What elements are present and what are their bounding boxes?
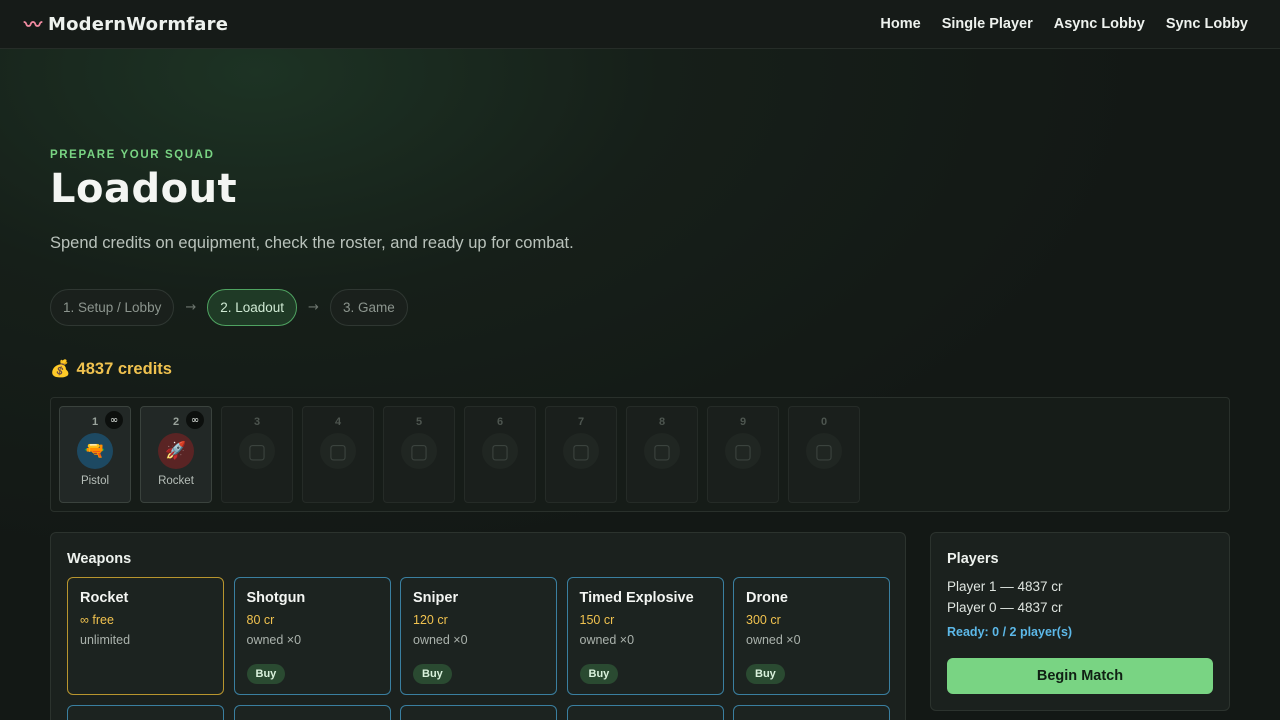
- slot-number: 5: [415, 416, 423, 428]
- empty-slot-icon: ▢: [806, 433, 842, 469]
- infinity-badge: ∞: [105, 411, 123, 429]
- weapon-card-timed-explosive[interactable]: Timed Explosive 150 cr owned ×0 Buy: [566, 577, 724, 695]
- weapon-card-sniper[interactable]: Sniper 120 cr owned ×0 Buy: [400, 577, 557, 695]
- hotbar-slot-3[interactable]: 3 ▢: [221, 406, 293, 503]
- nav-home[interactable]: Home: [880, 16, 920, 32]
- slot-number: 0: [820, 416, 828, 428]
- pistol-icon: 🔫: [77, 433, 113, 469]
- weapon-owned: owned ×0: [746, 633, 801, 647]
- weapon-owned: unlimited: [80, 633, 131, 647]
- hotbar-slot-8[interactable]: 8 ▢: [626, 406, 698, 503]
- ready-status: Ready: 0 / 2 player(s): [947, 625, 1073, 639]
- weapon-price: 150 cr: [579, 613, 615, 627]
- arrow-right-icon: →: [308, 300, 319, 315]
- weapon-card[interactable]: [233, 705, 391, 720]
- players-title: Players: [947, 551, 999, 567]
- weapon-owned: owned ×0: [579, 633, 635, 647]
- weapon-hotbar: 1 ∞ 🔫 Pistol 2 ∞ 🚀 Rocket 3 ▢ 4 ▢ 5 ▢ 6 …: [50, 397, 1230, 512]
- weapon-owned: owned ×0: [413, 633, 468, 647]
- nav-async-lobby[interactable]: Async Lobby: [1054, 16, 1145, 32]
- credits-display: 💰 4837 credits: [50, 360, 172, 379]
- money-bag-icon: 💰: [50, 360, 71, 378]
- top-nav-bar: 〰 ModernWormfare Home Single Player Asyn…: [0, 0, 1280, 49]
- player-row: Player 0 — 4837 cr: [947, 600, 1063, 615]
- page-subtitle: Spend credits on equipment, check the ro…: [50, 234, 574, 252]
- slot-number: 2: [172, 416, 180, 428]
- weapon-name: Drone: [746, 590, 788, 606]
- hotbar-slot-6[interactable]: 6 ▢: [464, 406, 536, 503]
- weapon-card[interactable]: [67, 705, 224, 720]
- weapon-card-shotgun[interactable]: Shotgun 80 cr owned ×0 Buy: [233, 577, 391, 695]
- slot-number: 8: [658, 416, 666, 428]
- brand[interactable]: 〰 ModernWormfare: [24, 11, 228, 37]
- arrow-right-icon: →: [185, 300, 197, 315]
- page-title: Loadout: [50, 166, 238, 212]
- weapon-card[interactable]: [733, 705, 890, 720]
- buy-timed-explosive-button[interactable]: Buy: [579, 664, 619, 684]
- nav-sync-lobby[interactable]: Sync Lobby: [1166, 16, 1248, 32]
- weapon-price: 120 cr: [413, 613, 448, 627]
- hotbar-slot-5[interactable]: 5 ▢: [383, 406, 455, 503]
- step-setup-lobby[interactable]: 1. Setup / Lobby: [50, 289, 175, 326]
- credits-amount: 4837 credits: [76, 360, 172, 378]
- empty-slot-icon: ▢: [401, 433, 437, 469]
- hotbar-slot-1[interactable]: 1 ∞ 🔫 Pistol: [59, 406, 131, 503]
- slot-number: 7: [577, 416, 585, 428]
- nav-single-player[interactable]: Single Player: [942, 16, 1033, 32]
- step-loadout[interactable]: 2. Loadout: [207, 289, 298, 326]
- buy-sniper-button[interactable]: Buy: [413, 664, 452, 684]
- weapon-name: Rocket: [80, 590, 129, 606]
- main-nav: Home Single Player Async Lobby Sync Lobb…: [880, 16, 1248, 32]
- weapon-card-drone[interactable]: Drone 300 cr owned ×0 Buy: [733, 577, 890, 695]
- infinity-badge: ∞: [186, 411, 204, 429]
- weapon-price: 300 cr: [746, 613, 781, 627]
- weapon-price: 80 cr: [246, 613, 275, 627]
- hotbar-slot-0[interactable]: 0 ▢: [788, 406, 860, 503]
- begin-match-button[interactable]: Begin Match: [947, 658, 1213, 694]
- slot-label: Rocket: [158, 475, 194, 487]
- weapon-name: Timed Explosive: [579, 590, 694, 606]
- hotbar-slot-4[interactable]: 4 ▢: [302, 406, 374, 503]
- empty-slot-icon: ▢: [320, 433, 356, 469]
- page-eyebrow: PREPARE YOUR SQUAD: [50, 149, 215, 161]
- weapon-card[interactable]: [566, 705, 724, 720]
- rocket-icon: 🚀: [158, 433, 194, 469]
- slot-number: 4: [334, 416, 342, 428]
- hotbar-slot-7[interactable]: 7 ▢: [545, 406, 617, 503]
- hotbar-slot-2[interactable]: 2 ∞ 🚀 Rocket: [140, 406, 212, 503]
- weapon-name: Shotgun: [246, 590, 306, 606]
- players-panel: Players Player 1 — 4837 cr Player 0 — 48…: [930, 532, 1230, 711]
- weapon-owned: owned ×0: [246, 633, 302, 647]
- player-row: Player 1 — 4837 cr: [947, 579, 1063, 594]
- weapon-card-rocket[interactable]: Rocket ∞ free unlimited: [67, 577, 224, 695]
- slot-number: 6: [496, 416, 504, 428]
- weapons-panel: Weapons Rocket ∞ free unlimited Shotgun …: [50, 532, 906, 720]
- empty-slot-icon: ▢: [563, 433, 599, 469]
- slot-label: Pistol: [80, 475, 110, 487]
- worm-icon: 〰: [24, 15, 42, 36]
- slot-number: 9: [739, 416, 747, 428]
- empty-slot-icon: ▢: [644, 433, 680, 469]
- buy-drone-button[interactable]: Buy: [746, 664, 785, 684]
- empty-slot-icon: ▢: [482, 433, 518, 469]
- hotbar-slot-9[interactable]: 9 ▢: [707, 406, 779, 503]
- weapons-grid: Rocket ∞ free unlimited Shotgun 80 cr ow…: [67, 577, 890, 720]
- weapon-name: Sniper: [413, 590, 459, 606]
- step-game[interactable]: 3. Game: [329, 289, 408, 326]
- brand-name: ModernWormfare: [48, 13, 229, 35]
- weapons-title: Weapons: [67, 551, 132, 567]
- weapon-card[interactable]: [400, 705, 557, 720]
- step-progress: 1. Setup / Lobby → 2. Loadout → 3. Game: [50, 289, 408, 326]
- slot-number: 3: [253, 416, 261, 428]
- slot-number: 1: [91, 416, 99, 428]
- buy-shotgun-button[interactable]: Buy: [246, 664, 286, 684]
- weapon-price: ∞ free: [80, 613, 114, 627]
- empty-slot-icon: ▢: [725, 433, 761, 469]
- empty-slot-icon: ▢: [239, 433, 275, 469]
